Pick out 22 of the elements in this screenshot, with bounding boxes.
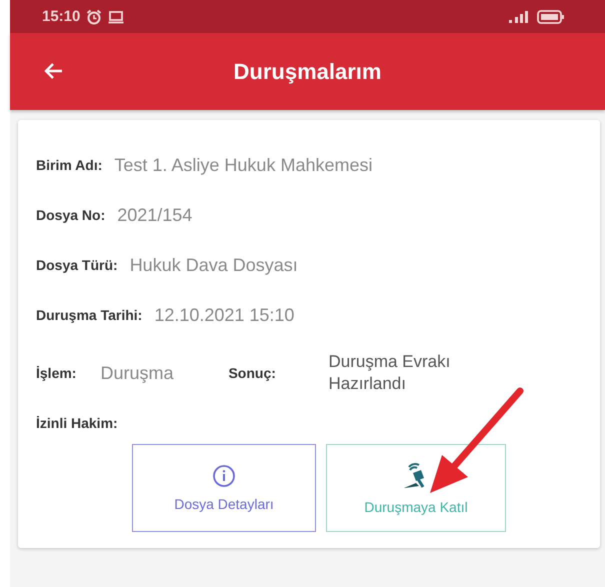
- field-value: Test 1. Asliye Hukuk Mahkemesi: [114, 154, 372, 176]
- field-value: Duruşma Evrakı Hazırlandı: [328, 351, 452, 395]
- field-value: Duruşma: [100, 362, 174, 384]
- field-value: Hukuk Dava Dosyası: [130, 254, 298, 276]
- app-title: Duruşmalarım: [234, 58, 382, 84]
- info-icon: [212, 464, 236, 488]
- field-label: Dosya Türü:: [36, 257, 118, 273]
- status-time: 15:10: [42, 8, 80, 25]
- alarm-icon: [86, 8, 102, 24]
- battery-icon: [537, 10, 565, 24]
- file-details-button[interactable]: Dosya Detayları: [132, 444, 316, 532]
- field-value: 12.10.2021 15:10: [154, 304, 294, 326]
- signal-icon: [507, 10, 531, 24]
- screen-icon: [108, 10, 124, 24]
- join-hearing-button[interactable]: Duruşmaya Katıl: [326, 444, 506, 532]
- field-label: İşlem:: [36, 365, 76, 381]
- field-label: İzinli Hakim:: [36, 415, 118, 431]
- field-label: Sonuç:: [228, 365, 277, 381]
- field-label: Birim Adı:: [36, 157, 102, 173]
- field-label: Dosya No:: [36, 207, 106, 223]
- field-label: Duruşma Tarihi:: [36, 307, 142, 323]
- field-value: 2021/154: [117, 204, 192, 226]
